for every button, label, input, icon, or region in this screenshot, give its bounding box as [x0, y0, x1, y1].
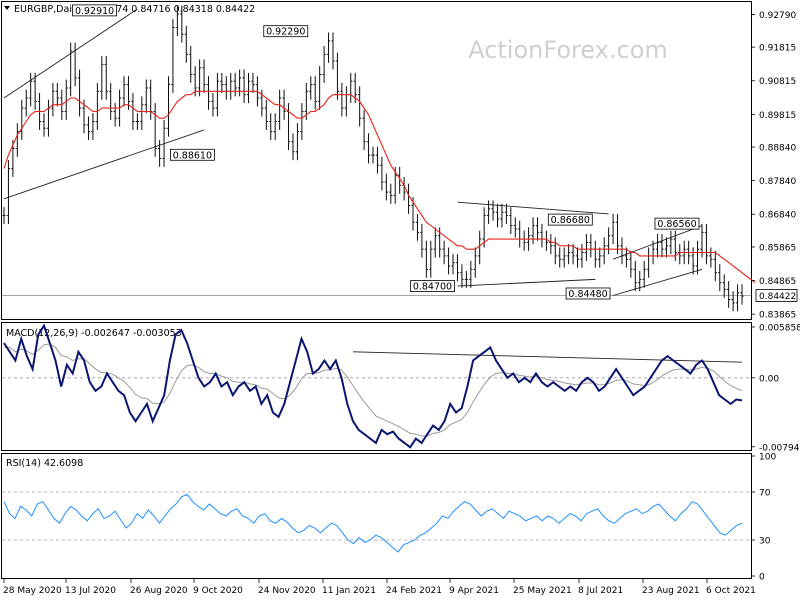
- date-axis-label: 28 May 2020: [3, 586, 62, 596]
- chart-canvas: ActionForex.com EURGBP,Daily 0.84674 0.8…: [1, 1, 800, 596]
- price-axis-label: 0.92790: [759, 11, 796, 21]
- date-axis-label: 9 Apr 2021: [449, 586, 499, 596]
- date-axis-label: 13 Jul 2020: [65, 586, 116, 596]
- header-icon: [4, 6, 10, 10]
- price-axis-label: 0.91815: [759, 44, 796, 54]
- rsi-title: RSI(14) 42.6098: [6, 458, 83, 469]
- price-axis-label: 0.85865: [759, 243, 796, 253]
- price-annotation-label: 0.86680: [551, 215, 590, 226]
- price-axis-label: 0.84865: [759, 277, 796, 287]
- symbol-label: EURGBP,Daily: [14, 4, 81, 15]
- price-axis-label: 0.90815: [759, 77, 796, 87]
- price-axis-label: 0.83865: [759, 311, 796, 321]
- trend-line: [457, 278, 596, 287]
- last-price-label: 0.84422: [759, 292, 796, 302]
- chart-window: ActionForex.com EURGBP,Daily 0.84674 0.8…: [0, 0, 800, 600]
- date-axis-label: 26 Aug 2020: [130, 586, 188, 596]
- date-axis-label: 11 Jan 2021: [322, 586, 376, 596]
- macd-axis-label: 0.005858: [759, 323, 800, 333]
- price-axis-label: 0.87840: [759, 177, 796, 187]
- price-annotation-label: 0.84700: [413, 282, 452, 293]
- rsi-axis-label: 0: [759, 573, 765, 583]
- date-axis-label: 25 May 2021: [513, 586, 572, 596]
- price-axis-label: 0.88840: [759, 144, 796, 154]
- price-annotation-label: 0.88610: [173, 150, 212, 161]
- macd-pane: [1, 322, 752, 451]
- price-axis-label: 0.86840: [759, 211, 796, 221]
- rsi-axis-label: 100: [759, 453, 776, 463]
- rsi-pane: [1, 453, 752, 579]
- date-axis-label: 9 Oct 2020: [193, 586, 243, 596]
- date-axis-label: 6 Oct 2021: [706, 586, 756, 596]
- macd-axis-label: 0.00: [759, 374, 779, 384]
- moving-average-line: [3, 90, 756, 284]
- macd-trend-line: [352, 351, 743, 363]
- trend-line: [457, 201, 609, 215]
- rsi-line: [3, 493, 743, 553]
- trend-line: [612, 268, 703, 296]
- rsi-axis-label: 70: [759, 489, 771, 499]
- date-axis-label: 23 Aug 2021: [642, 586, 700, 596]
- watermark: ActionForex.com: [468, 36, 668, 64]
- price-axis-label: 0.89815: [759, 111, 796, 121]
- price-annotation-label: 0.92910: [75, 6, 114, 17]
- trend-line: [3, 129, 205, 200]
- price-annotation-label: 0.86560: [657, 219, 696, 230]
- date-axis-label: 24 Nov 2020: [258, 586, 316, 596]
- date-axis-label: 8 Jul 2021: [578, 586, 623, 596]
- price-annotation-label: 0.84480: [568, 289, 607, 300]
- date-axis-label: 24 Feb 2021: [386, 586, 442, 596]
- price-annotation-label: 0.92290: [266, 27, 305, 38]
- macd-title: MACD(12,26,9) -0.002647 -0.003053: [6, 328, 182, 339]
- macd-signal-line: [4, 343, 743, 437]
- rsi-axis-label: 30: [759, 537, 771, 547]
- macd-line: [3, 323, 743, 449]
